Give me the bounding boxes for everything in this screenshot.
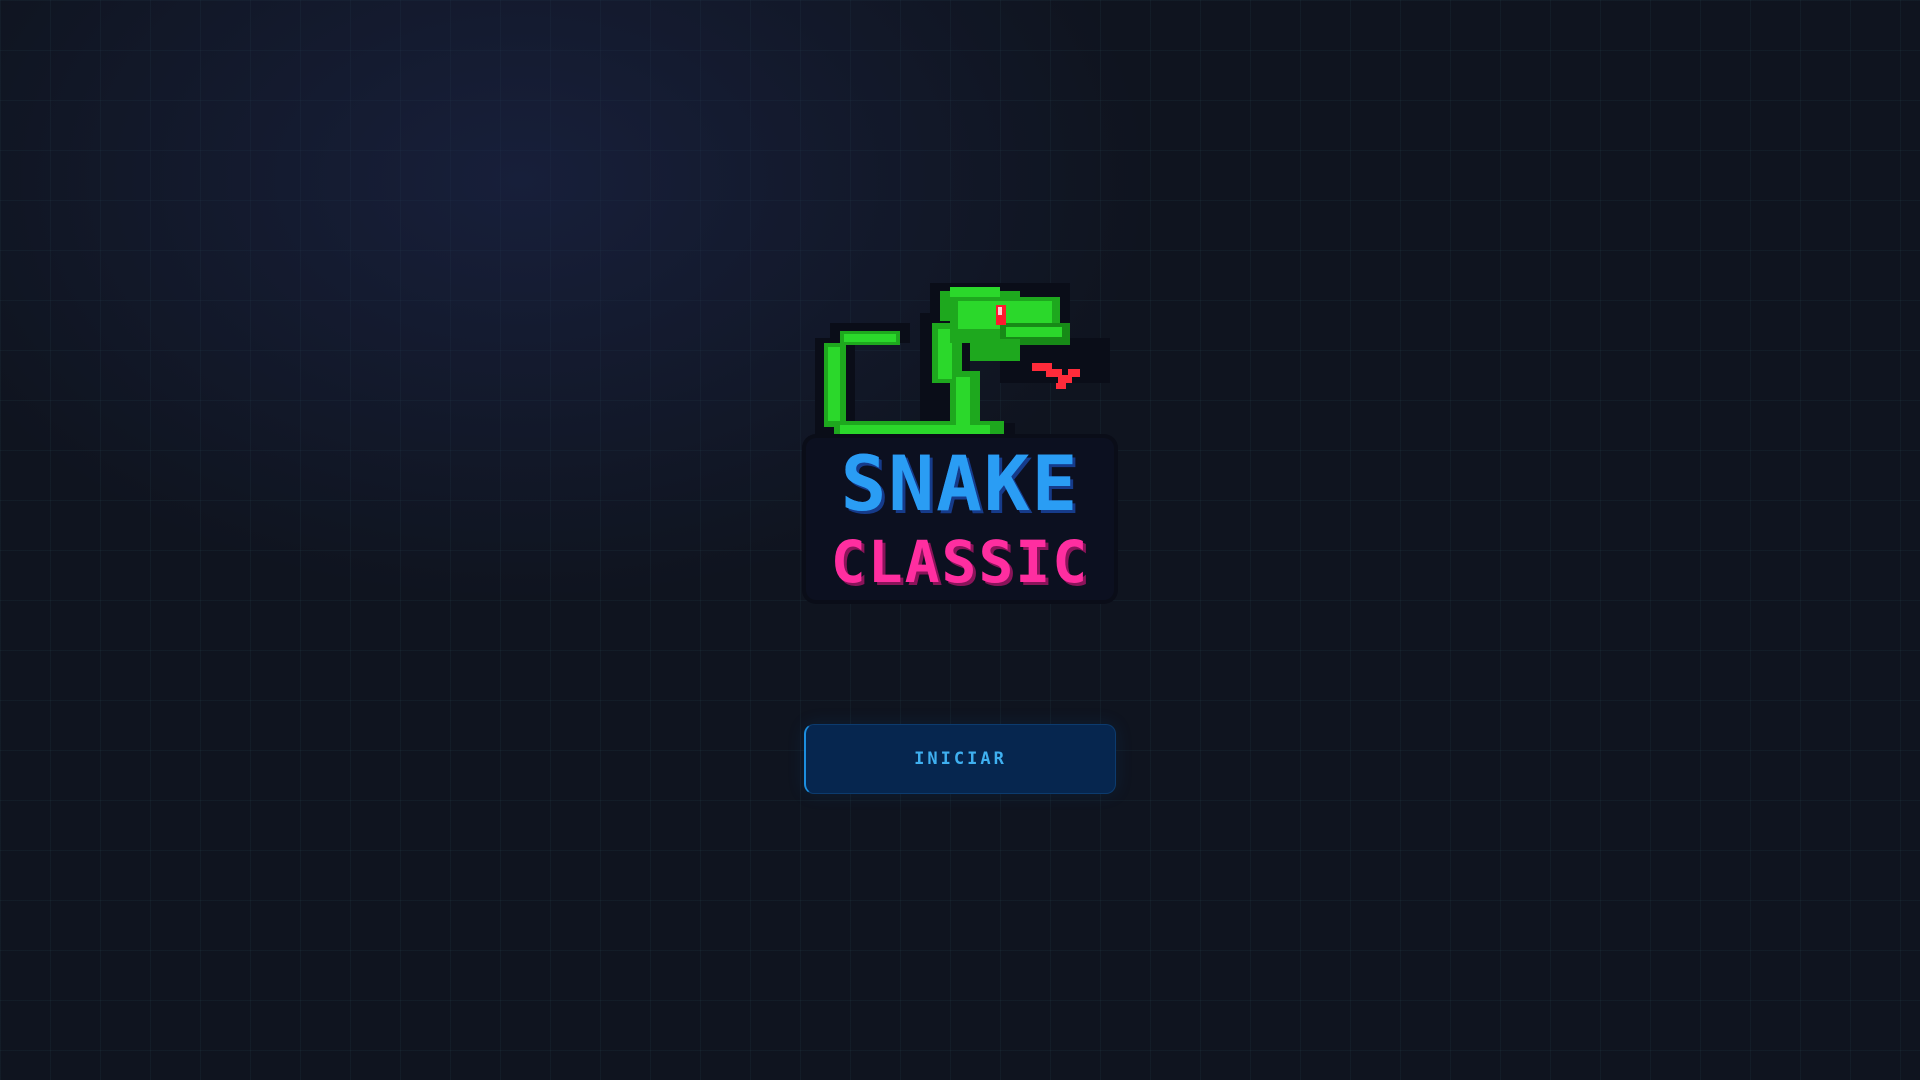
logo-title-classic: CLASSIC — [830, 528, 1090, 596]
logo-title-plate: SNAKE CLASSIC — [806, 438, 1114, 600]
logo-title-snake: SNAKE — [840, 439, 1080, 528]
start-button[interactable]: INICIAR — [804, 724, 1116, 794]
snake-icon — [815, 283, 1110, 451]
